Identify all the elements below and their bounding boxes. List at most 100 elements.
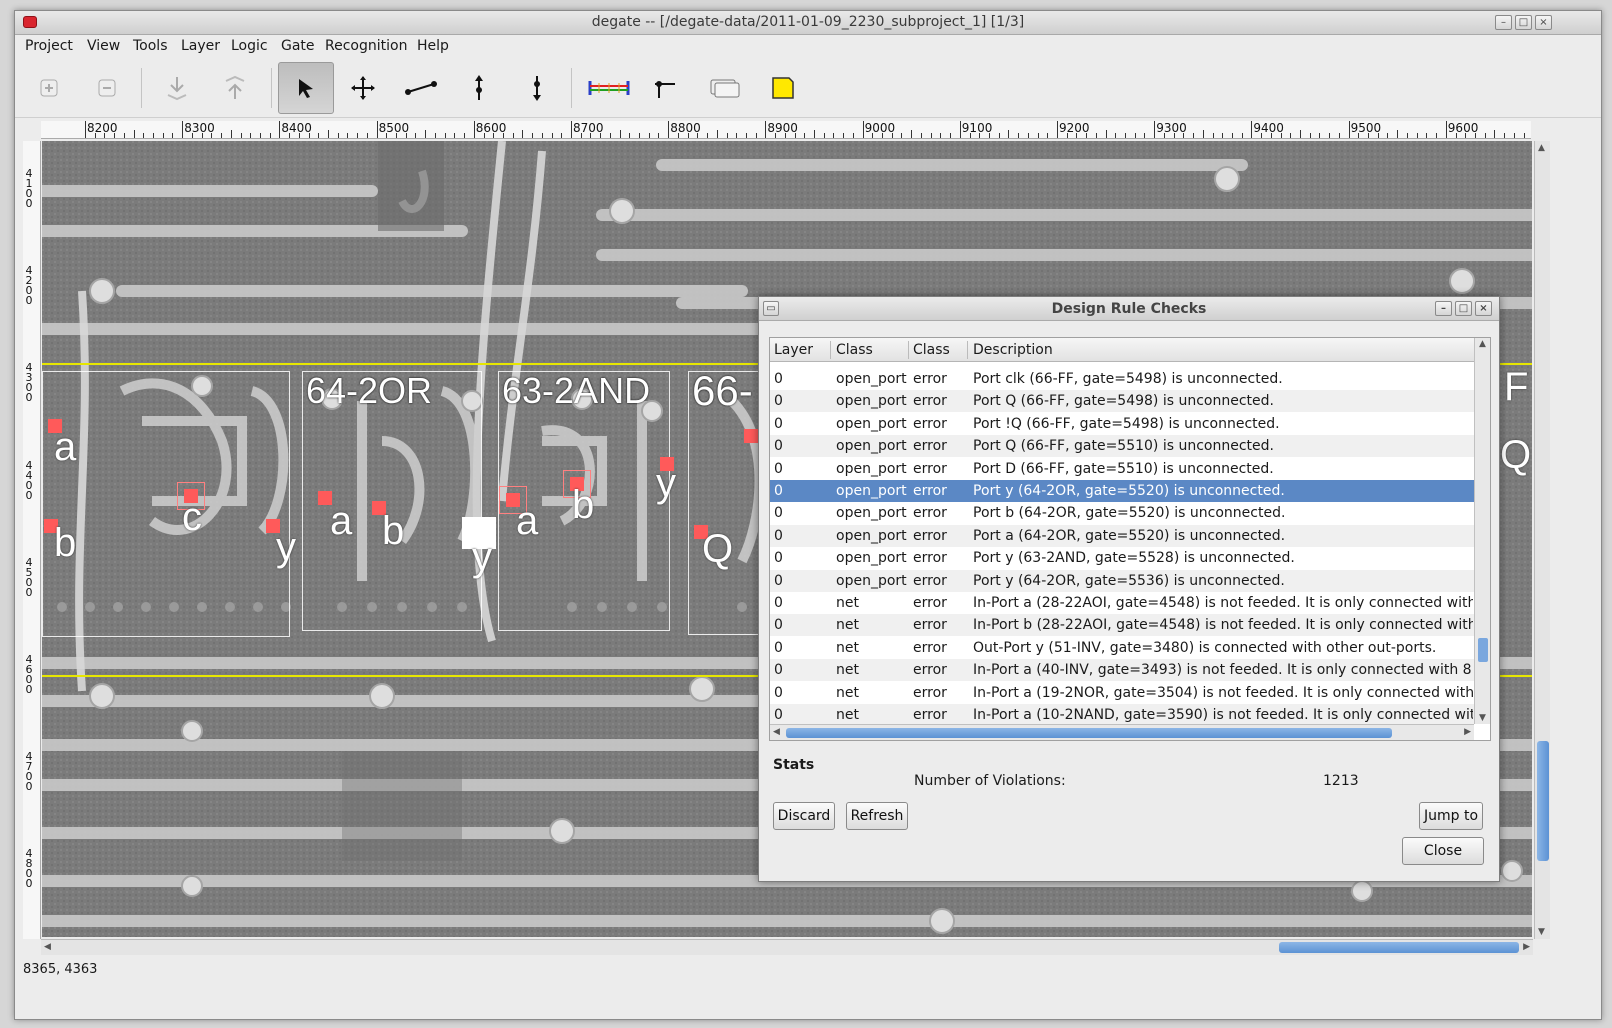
dialog-close-icon[interactable]: × (1475, 301, 1492, 316)
gate-box[interactable] (42, 371, 290, 637)
menu-view[interactable]: View (87, 38, 120, 54)
column-description[interactable]: Description (973, 342, 1053, 358)
horizontal-scroll-thumb[interactable] (1279, 942, 1519, 953)
refresh-button[interactable]: Refresh (846, 802, 908, 830)
table-horizontal-scrollbar[interactable]: ◀ ▶ (770, 724, 1474, 740)
ruler-minor-tick (298, 133, 300, 138)
ruler-minor-tick (289, 133, 291, 138)
cell-layer: 0 (774, 684, 783, 701)
via-down-tool-icon[interactable] (509, 62, 565, 114)
menu-recognition[interactable]: Recognition (325, 38, 407, 54)
subproject-tool-icon[interactable] (697, 62, 753, 114)
table-row[interactable]: 0 net error Out-Port y (51-INV, gate=3480) … (770, 637, 1474, 659)
dialog-menu-icon[interactable]: ▭ (763, 301, 779, 316)
ruler-minor-tick (590, 133, 592, 138)
table-row[interactable]: 0 open_port error Port y (64-2OR, gate=5536… (770, 569, 1474, 592)
discard-button[interactable]: Discard (773, 802, 835, 830)
vertical-scrollbar[interactable]: ▲ ▼ (1534, 141, 1550, 939)
jump-to-button[interactable]: Jump to (1419, 802, 1483, 830)
ruler-minor-tick (561, 133, 563, 138)
ruler-minor-tick (240, 133, 242, 138)
column-severity[interactable]: Class (913, 342, 950, 358)
table-hscroll-thumb[interactable] (786, 728, 1392, 738)
dialog-title: Design Rule Checks (1051, 301, 1207, 317)
ruler-minor-tick (1436, 133, 1438, 138)
table-row[interactable]: 0 open_port error Port y (63-2AND, gate=552… (770, 547, 1474, 569)
close-button[interactable]: Close (1402, 837, 1484, 865)
violations-table[interactable]: Layer Class Class Description 0 open_port… (769, 337, 1491, 741)
menu-help[interactable]: Help (417, 38, 449, 54)
ruler-label: 4700 (25, 750, 33, 794)
column-class[interactable]: Class (836, 342, 873, 358)
measure-tool-icon[interactable] (581, 62, 637, 114)
table-row[interactable]: 0 open_port error Port D (66-FF, gate=5510)… (770, 458, 1474, 480)
table-row[interactable]: 0 open_port error Port y (64-2OR, gate=5520… (770, 480, 1474, 502)
cell-layer: 0 (774, 371, 783, 387)
menu-tools[interactable]: Tools (133, 38, 168, 54)
table-row[interactable]: 0 open_port error Port Q (66-FF, gate=5498)… (770, 390, 1474, 413)
ruler-minor-tick (1368, 133, 1370, 138)
table-row[interactable]: 0 net error In-Port a (19-2NOR, gate=3504) … (770, 682, 1474, 704)
table-row[interactable]: 0 open_port error Port a (64-2OR, gate=5520… (770, 524, 1474, 547)
zoom-in-icon[interactable] (21, 62, 77, 114)
violations-label: Number of Violations: (914, 773, 1066, 789)
table-row[interactable]: 0 net error In-Port b (28-22AOI, gate=4548)… (770, 614, 1474, 637)
vertical-scroll-thumb[interactable] (1537, 741, 1549, 861)
ruler-minor-tick (444, 133, 446, 138)
select-tool-icon[interactable] (278, 62, 334, 114)
table-row[interactable]: 0 net error In-Port a (40-INV, gate=3493) i… (770, 659, 1474, 682)
cell-description: Port Q (66-FF, gate=5510) is unconnected… (973, 438, 1274, 455)
table-row[interactable]: 0 net error In-Port a (10-2NAND, gate=3590)… (770, 704, 1474, 726)
layer-down-icon[interactable] (149, 62, 205, 114)
dialog-maximize-icon[interactable]: □ (1455, 301, 1472, 316)
table-row[interactable]: 0 open_port error Port Q (66-FF, gate=5510)… (770, 435, 1474, 458)
cell-description: Port y (64-2OR, gate=5536) is unconnecte… (973, 572, 1285, 589)
close-icon[interactable]: × (1535, 15, 1552, 30)
table-row[interactable]: 0 net error In-Port a (28-22AOI, gate=4548)… (770, 592, 1474, 614)
table-row[interactable]: 0 open_port error Port clk (66-FF, gate=549… (770, 368, 1474, 390)
port-label: b (572, 483, 595, 527)
gate-port[interactable] (744, 429, 758, 443)
column-layer[interactable]: Layer (774, 342, 813, 358)
zoom-out-icon[interactable] (79, 62, 135, 114)
port-label: F (1504, 365, 1529, 409)
design-rule-checks-dialog: Design Rule Checks ▭ – □ × Layer Class C… (758, 296, 1500, 882)
table-scroll-thumb[interactable] (1478, 638, 1488, 662)
gate-name: 66- (692, 367, 753, 414)
dialog-minimize-icon[interactable]: – (1435, 301, 1452, 316)
ruler-major-tick (473, 121, 475, 138)
annotation-tool-icon[interactable] (755, 62, 811, 114)
cell-severity: error (913, 572, 947, 589)
maximize-icon[interactable]: □ (1515, 15, 1532, 30)
menu-logic[interactable]: Logic (231, 38, 268, 54)
ruler-minor-tick (891, 133, 893, 138)
wire-tool-icon[interactable] (393, 62, 449, 114)
table-row[interactable]: 0 open_port error Port b (64-2OR, gate=5520… (770, 502, 1474, 524)
ruler-minor-tick (1212, 133, 1214, 138)
ruler-minor-tick (1300, 130, 1301, 138)
ruler-major-tick (1251, 121, 1253, 138)
ruler-minor-tick (716, 130, 718, 138)
port-label: a (330, 499, 353, 543)
layer-up-icon[interactable] (207, 62, 263, 114)
menu-gate[interactable]: Gate (281, 38, 315, 54)
via-up-tool-icon[interactable] (451, 62, 507, 114)
ruler-minor-tick (911, 130, 913, 138)
ruler-minor-tick (269, 133, 271, 138)
table-vertical-scrollbar[interactable]: ▲ ▼ (1474, 338, 1490, 724)
ruler-minor-tick (1095, 133, 1097, 138)
move-tool-icon[interactable] (335, 62, 391, 114)
menu-layer[interactable]: Layer (181, 38, 220, 54)
menu-project[interactable]: Project (25, 38, 73, 54)
cell-description: Port y (64-2OR, gate=5520) is unconnecte… (973, 483, 1285, 499)
emarker-tool-icon[interactable] (637, 62, 693, 114)
horizontal-scrollbar[interactable]: ◀ ▶ (41, 939, 1533, 955)
ruler-minor-tick (950, 133, 952, 138)
table-row[interactable]: 0 open_port error Port !Q (66-FF, gate=5498… (770, 413, 1474, 435)
ruler-minor-tick (1513, 133, 1515, 138)
ruler-label: 9100 (961, 121, 993, 135)
cell-description: Port y (63-2AND, gate=5528) is unconnect… (973, 550, 1295, 567)
ruler-minor-tick (230, 130, 232, 138)
ruler-minor-tick (1241, 133, 1243, 138)
minimize-icon[interactable]: – (1495, 15, 1512, 30)
